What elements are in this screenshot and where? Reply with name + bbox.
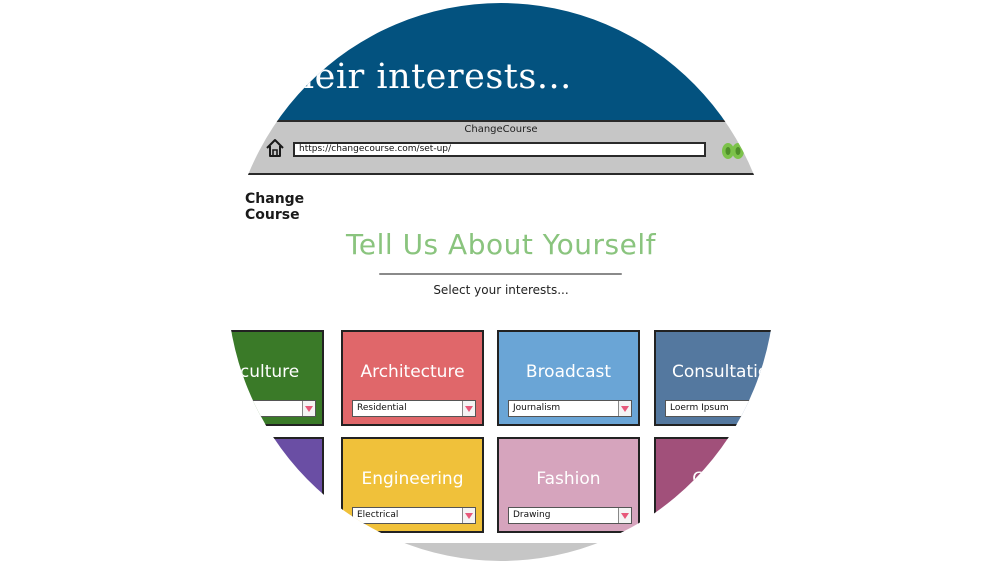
interest-tile[interactable]: Fashion Drawing — [497, 437, 640, 533]
dropdown-arrow-icon[interactable] — [302, 401, 315, 416]
home-icon[interactable] — [265, 138, 285, 158]
dropdown-arrow-icon[interactable] — [618, 401, 631, 416]
interest-tile[interactable]: Architecture Residential — [341, 330, 484, 426]
banner-text: their interests... — [277, 57, 572, 97]
dropdown-arrow-icon[interactable] — [302, 508, 315, 523]
interest-dropdown-value: Residential — [357, 403, 407, 413]
interest-tile-label: Broadcast — [525, 362, 612, 382]
interest-dropdown[interactable]: Loerm Ipsum — [665, 400, 775, 417]
page-title: Tell Us About Yourself — [346, 228, 656, 261]
interest-tile-label: Consultation — [671, 362, 775, 382]
interest-tile[interactable]: Consultation Loerm Ipsum — [654, 330, 775, 426]
address-bar[interactable]: https://changecourse.com/set-up/ — [293, 142, 706, 157]
title-divider — [379, 273, 622, 275]
interest-tile[interactable]: Agriculture Farming — [227, 330, 324, 426]
logo-mark-icon — [227, 190, 237, 232]
interest-dropdown-value: Drawing — [513, 510, 551, 520]
dropdown-arrow-icon[interactable] — [462, 401, 475, 416]
interest-tile[interactable] — [227, 437, 324, 533]
interest-tile-label: Fashion — [536, 469, 601, 489]
interest-tile-label: Architecture — [360, 362, 465, 382]
interest-tile[interactable]: Gaming — [654, 437, 775, 533]
interest-dropdown[interactable]: Residential — [352, 400, 476, 417]
logo-line-1: Change — [245, 191, 305, 207]
interest-tile[interactable]: Broadcast Journalism — [497, 330, 640, 426]
interest-dropdown[interactable]: Electrical — [352, 507, 476, 524]
interest-tile[interactable]: Engineering Electrical — [341, 437, 484, 533]
interest-dropdown[interactable] — [227, 507, 316, 524]
interest-dropdown-value: Journalism — [513, 403, 561, 413]
page-subtitle: Select your interests... — [433, 283, 569, 297]
circular-screenshot-frame: their interests... ChangeCourse https://… — [227, 3, 775, 561]
browser-toolbar: ChangeCourse https://changecourse.com/se… — [227, 120, 775, 175]
interest-dropdown[interactable]: Farming — [227, 400, 316, 417]
interest-tile-label: Agriculture — [227, 362, 300, 382]
logo-line-2: Course — [245, 207, 300, 223]
green-extension-icon[interactable] — [721, 140, 745, 160]
logo-wordmark: Change Course — [245, 191, 304, 223]
interest-tile-label: Gaming — [692, 469, 759, 489]
interest-tile-label: Engineering — [361, 469, 464, 489]
dropdown-arrow-icon[interactable] — [462, 508, 475, 523]
dropdown-arrow-icon[interactable] — [618, 508, 631, 523]
interest-dropdown[interactable]: Journalism — [508, 400, 632, 417]
interest-dropdown[interactable] — [665, 507, 775, 524]
interest-dropdown[interactable]: Drawing — [508, 507, 632, 524]
interest-dropdown-value: Loerm Ipsum — [670, 403, 729, 413]
interest-dropdown-value: Farming — [227, 403, 234, 413]
header-banner: their interests... — [227, 3, 775, 121]
browser-window-title: ChangeCourse — [464, 124, 538, 135]
bottom-scroll-area — [227, 543, 775, 561]
interest-dropdown-value: Electrical — [357, 510, 399, 520]
